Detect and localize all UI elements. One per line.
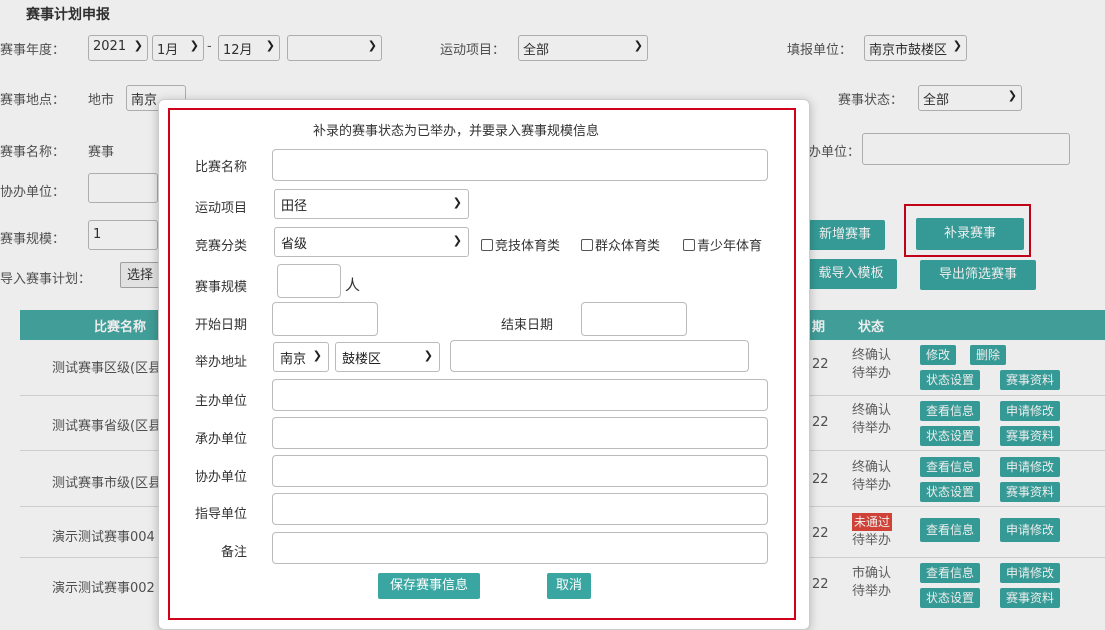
- chevron-down-icon: ❯: [452, 196, 462, 209]
- scale-field-input[interactable]: [277, 264, 341, 298]
- address-district-value: 鼓楼区: [342, 352, 382, 367]
- co-organizer-field-input[interactable]: [272, 455, 768, 487]
- checkbox-mass[interactable]: 群众体育类: [581, 235, 660, 254]
- address-label: 举办地址: [195, 355, 248, 370]
- scale-unit: 人: [345, 276, 361, 294]
- checkbox-youth[interactable]: 青少年体育: [683, 235, 762, 254]
- sport-field-value: 田径: [281, 199, 308, 214]
- event-name-input[interactable]: [272, 149, 768, 181]
- undertake-input[interactable]: [272, 417, 768, 449]
- address-detail-input[interactable]: [450, 340, 749, 372]
- checkbox-icon: [481, 239, 493, 251]
- remark-input[interactable]: [272, 532, 768, 564]
- guide-label: 指导单位: [195, 507, 248, 522]
- address-city-value: 南京: [280, 352, 307, 367]
- host-label: 主办单位: [195, 394, 248, 409]
- cancel-button[interactable]: 取消: [547, 573, 591, 599]
- supplement-event-dialog: 补录的赛事状态为已举办，并要录入赛事规模信息 比赛名称 运动项目 田径 ❯ 竞赛分…: [158, 99, 810, 630]
- co-organizer-field-label: 协办单位: [195, 470, 248, 485]
- scale-field-label: 赛事规模: [195, 280, 248, 295]
- end-date-label: 结束日期: [501, 318, 554, 333]
- address-city-select[interactable]: 南京 ❯: [273, 342, 329, 372]
- checkbox-label: 群众体育类: [595, 239, 661, 254]
- checkbox-icon: [581, 239, 593, 251]
- chevron-down-icon: ❯: [312, 349, 322, 362]
- category-field-label: 竞赛分类: [195, 239, 248, 254]
- checkbox-label: 竞技体育类: [495, 239, 561, 254]
- host-input[interactable]: [272, 379, 768, 411]
- undertake-label: 承办单位: [195, 432, 248, 447]
- sport-field-label: 运动项目: [195, 201, 248, 216]
- checkbox-competitive[interactable]: 竞技体育类: [481, 235, 560, 254]
- checkbox-label: 青少年体育: [697, 239, 763, 254]
- chevron-down-icon: ❯: [452, 234, 462, 247]
- remark-label: 备注: [221, 545, 248, 560]
- save-event-button[interactable]: 保存赛事信息: [378, 573, 480, 599]
- end-date-input[interactable]: [581, 302, 687, 336]
- dialog-notice: 补录的赛事状态为已举办，并要录入赛事规模信息: [313, 124, 600, 139]
- category-field-select[interactable]: 省级 ❯: [274, 227, 469, 257]
- chevron-down-icon: ❯: [423, 349, 433, 362]
- category-field-value: 省级: [281, 237, 308, 252]
- start-date-label: 开始日期: [195, 318, 248, 333]
- sport-field-select[interactable]: 田径 ❯: [274, 189, 469, 219]
- checkbox-icon: [683, 239, 695, 251]
- start-date-input[interactable]: [272, 302, 378, 336]
- name-field-label: 比赛名称: [195, 160, 248, 175]
- address-district-select[interactable]: 鼓楼区 ❯: [335, 342, 440, 372]
- guide-input[interactable]: [272, 493, 768, 525]
